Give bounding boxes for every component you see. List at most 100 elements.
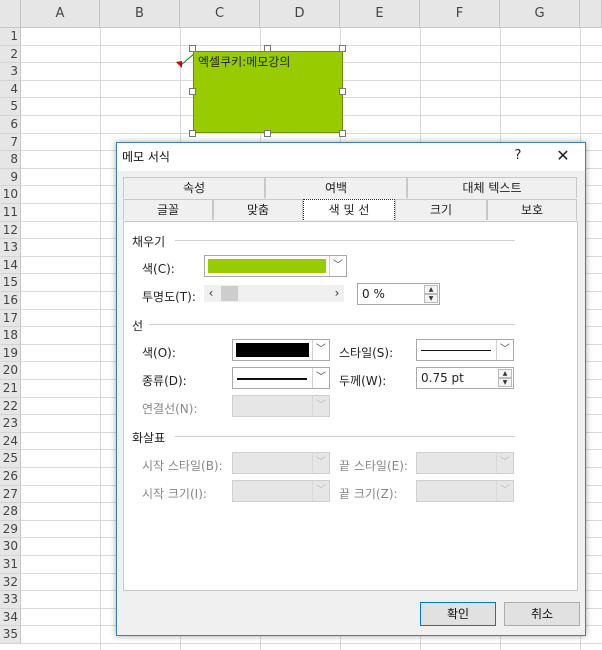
row-header[interactable]: 10 <box>0 186 21 204</box>
tab-font[interactable]: 글꼴 <box>123 199 213 220</box>
row-header[interactable]: 17 <box>0 309 21 328</box>
chevron-right-icon[interactable]: › <box>330 285 344 302</box>
fill-color-combo[interactable]: ﹀ <box>204 255 347 277</box>
tab-alt-text[interactable]: 대체 텍스트 <box>407 177 577 198</box>
row-header[interactable]: 30 <box>0 538 21 556</box>
begin-size-combo: ﹀ <box>232 480 330 502</box>
transparency-label: 투명도(T): <box>142 290 196 304</box>
row-header[interactable]: 16 <box>0 292 21 310</box>
grid-line <box>100 28 101 650</box>
column-header[interactable]: B <box>100 0 180 28</box>
connector-label: 연결선(N): <box>142 402 198 416</box>
fill-divider <box>175 240 515 241</box>
row-header[interactable]: 13 <box>0 239 21 257</box>
row-header[interactable]: 29 <box>0 520 21 539</box>
line-dash-preview <box>237 378 307 380</box>
row-header[interactable]: 7 <box>0 133 21 152</box>
resize-handle-right[interactable] <box>339 88 346 95</box>
help-button[interactable]: ? <box>507 145 529 167</box>
row-header[interactable]: 19 <box>0 344 21 363</box>
chevron-down-icon: ﹀ <box>312 481 329 501</box>
column-header[interactable]: E <box>340 0 420 28</box>
row-header[interactable]: 5 <box>0 98 21 116</box>
spin-up-icon[interactable]: ▲ <box>498 369 512 378</box>
row-header[interactable]: 12 <box>0 221 21 240</box>
dialog-titlebar[interactable]: 메모 서식 ? ✕ <box>117 143 585 171</box>
comment-box[interactable]: 엑셀쿠키:메모강의 <box>193 51 343 133</box>
row-header[interactable]: 11 <box>0 204 21 222</box>
row-header[interactable]: 14 <box>0 256 21 275</box>
row-header[interactable]: 27 <box>0 485 21 504</box>
spin-down-icon[interactable]: ▼ <box>424 294 438 303</box>
row-header[interactable]: 28 <box>0 503 21 521</box>
spin-up-icon[interactable]: ▲ <box>424 285 438 294</box>
row-header[interactable]: 18 <box>0 327 21 345</box>
row-header[interactable]: 6 <box>0 116 21 134</box>
resize-handle-bottom-left[interactable] <box>189 130 196 137</box>
line-style-label: 스타일(S): <box>339 346 394 360</box>
row-header[interactable]: 31 <box>0 556 21 574</box>
row-header[interactable]: 21 <box>0 380 21 398</box>
tab-colors-and-lines[interactable]: 색 및 선 <box>303 199 395 220</box>
column-header[interactable] <box>580 0 602 28</box>
row-header[interactable]: 32 <box>0 573 21 592</box>
row-header[interactable]: 22 <box>0 397 21 416</box>
close-button[interactable]: ✕ <box>549 145 577 167</box>
row-header[interactable]: 8 <box>0 151 21 169</box>
transparency-slider[interactable]: ‹ › <box>204 285 344 302</box>
comment-text: 엑셀쿠키:메모강의 <box>198 55 291 69</box>
column-header[interactable]: D <box>260 0 340 28</box>
column-header[interactable]: F <box>420 0 500 28</box>
line-color-combo[interactable]: ﹀ <box>232 339 330 361</box>
row-header[interactable]: 1 <box>0 28 21 46</box>
row-header[interactable]: 3 <box>0 63 21 81</box>
row-header[interactable]: 25 <box>0 450 21 468</box>
row-header[interactable]: 33 <box>0 591 21 609</box>
row-header[interactable]: 24 <box>0 432 21 451</box>
column-header[interactable]: G <box>500 0 580 28</box>
row-header[interactable]: 34 <box>0 608 21 627</box>
ok-button[interactable]: 확인 <box>420 602 496 626</box>
column-header[interactable]: A <box>21 0 100 28</box>
row-header[interactable]: 35 <box>0 626 21 644</box>
row-header[interactable]: 23 <box>0 415 21 433</box>
resize-handle-bottom-right[interactable] <box>339 130 346 137</box>
slider-thumb[interactable] <box>221 286 238 301</box>
tab-size[interactable]: 크기 <box>395 199 487 220</box>
tab-row-top: 속성 여백 대체 텍스트 <box>123 177 577 198</box>
row-header[interactable]: 15 <box>0 274 21 292</box>
line-weight-input[interactable]: 0.75 pt ▲ ▼ <box>416 367 514 389</box>
grid-line <box>21 44 602 46</box>
chevron-down-icon[interactable]: ﹀ <box>312 368 329 388</box>
resize-handle-top-left[interactable] <box>189 45 196 52</box>
row-header[interactable]: 9 <box>0 168 21 187</box>
chevron-down-icon[interactable]: ﹀ <box>329 256 346 276</box>
chevron-down-icon[interactable]: ﹀ <box>312 340 329 360</box>
resize-handle-left[interactable] <box>189 88 196 95</box>
tab-alignment[interactable]: 맞춤 <box>213 199 303 220</box>
tab-properties[interactable]: 속성 <box>123 177 265 198</box>
select-all-corner[interactable] <box>0 0 21 28</box>
resize-handle-top-right[interactable] <box>339 45 346 52</box>
resize-handle-top[interactable] <box>264 45 271 52</box>
chevron-left-icon[interactable]: ‹ <box>204 285 218 302</box>
chevron-down-icon[interactable]: ﹀ <box>496 340 513 360</box>
row-header[interactable]: 20 <box>0 362 21 380</box>
end-size-label: 끝 크기(Z): <box>339 487 398 501</box>
fill-section-title: 채우기 <box>132 235 166 249</box>
spin-down-icon[interactable]: ▼ <box>498 378 512 387</box>
row-header[interactable]: 26 <box>0 468 21 486</box>
arrows-section-title: 화살표 <box>132 431 166 445</box>
line-style-preview <box>421 350 491 351</box>
tab-margins[interactable]: 여백 <box>265 177 407 198</box>
row-header[interactable]: 4 <box>0 80 21 99</box>
format-comment-dialog: 메모 서식 ? ✕ 속성 여백 대체 텍스트 글꼴 맞춤 색 및 선 크기 보호… <box>116 142 586 636</box>
cancel-button[interactable]: 취소 <box>504 602 580 626</box>
line-style-combo[interactable]: ﹀ <box>416 339 514 361</box>
transparency-input[interactable]: 0 % ▲ ▼ <box>357 283 440 305</box>
resize-handle-bottom[interactable] <box>264 130 271 137</box>
line-dash-combo[interactable]: ﹀ <box>232 367 330 389</box>
row-header[interactable]: 2 <box>0 45 21 64</box>
tab-protection[interactable]: 보호 <box>487 199 577 220</box>
column-header[interactable]: C <box>180 0 260 28</box>
